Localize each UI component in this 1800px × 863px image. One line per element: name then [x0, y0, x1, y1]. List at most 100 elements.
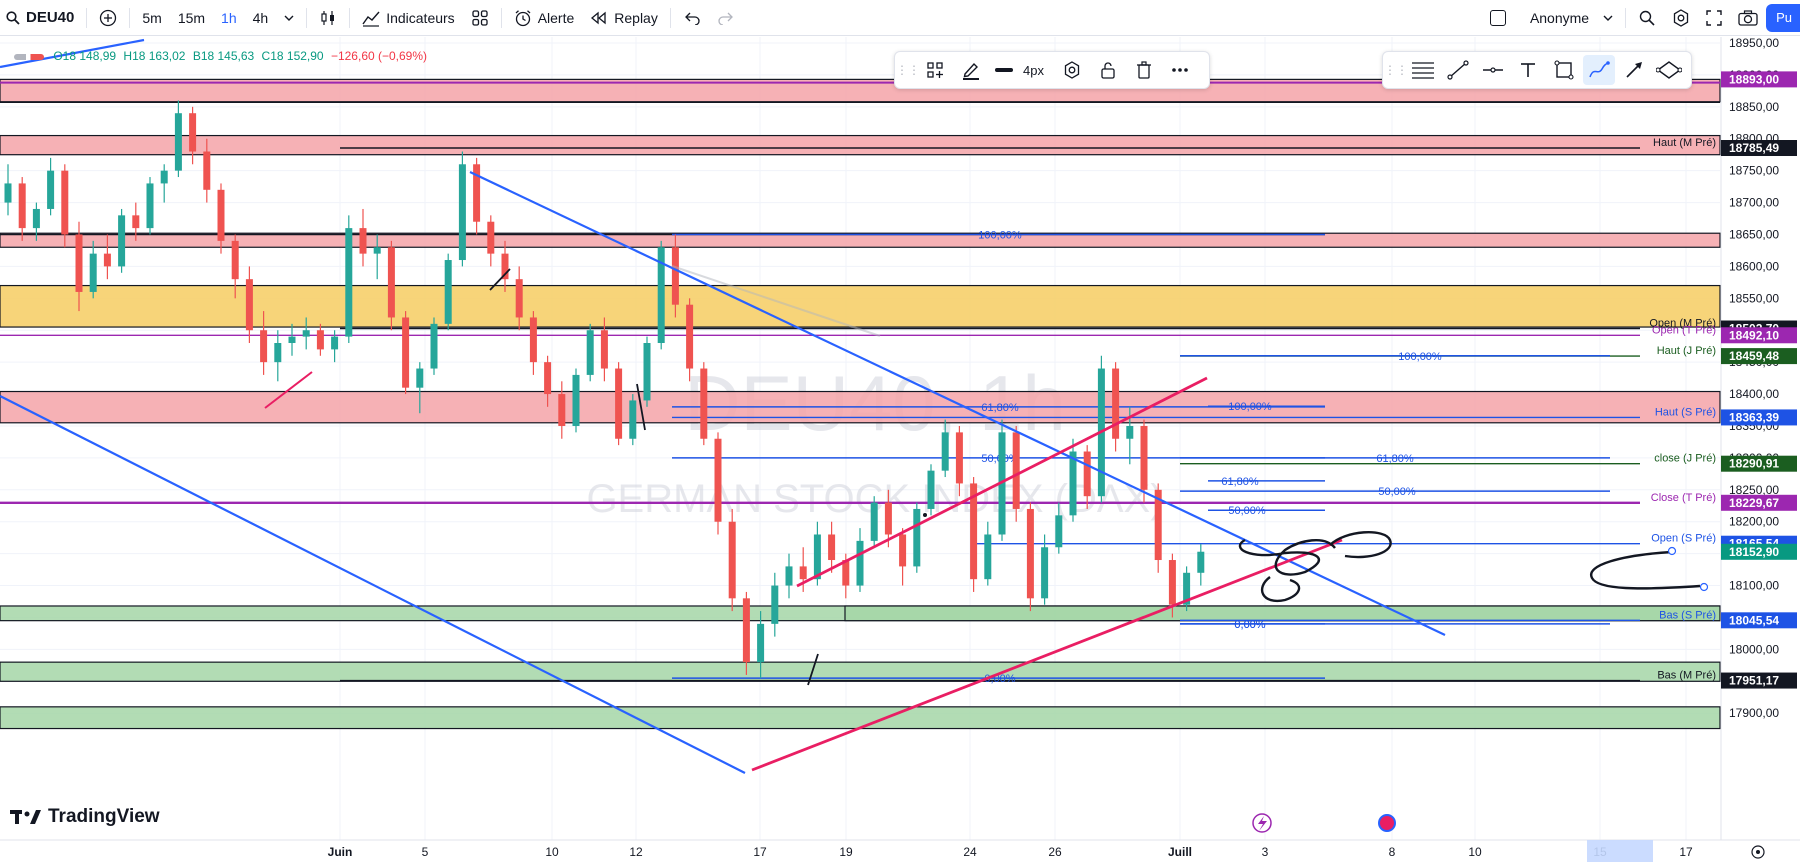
drawing-handle[interactable]: [1699, 582, 1709, 592]
price-level-tag: 18045,54: [1729, 613, 1779, 627]
tradingview-logo[interactable]: TradingView: [10, 806, 160, 828]
x-tick-label: 10: [1468, 845, 1482, 859]
delete-button[interactable]: [1128, 55, 1160, 85]
candle-down: [686, 304, 694, 369]
x-tick-label: 17: [753, 845, 767, 859]
fullscreen-button[interactable]: [1698, 0, 1730, 36]
fib-tool[interactable]: [1407, 55, 1438, 85]
timeframe-15m[interactable]: 15m: [170, 0, 213, 36]
event-icon[interactable]: [1378, 814, 1396, 832]
arrow-tool[interactable]: [1619, 55, 1650, 85]
indicators-button[interactable]: Indicateurs: [354, 0, 462, 36]
y-tick-label: 18000,00: [1729, 642, 1779, 656]
brush-tool[interactable]: [1583, 55, 1615, 85]
text-tool[interactable]: [1513, 55, 1544, 85]
replay-button[interactable]: Replay: [582, 0, 666, 36]
timeframe-dropdown[interactable]: [276, 0, 302, 36]
settings-button[interactable]: [1664, 0, 1698, 36]
snapshot-button[interactable]: [1730, 0, 1766, 36]
candle-up: [941, 432, 949, 471]
price-chart[interactable]: DEU40, 1h GERMAN STOCK INDEX (DAX) Haut …: [0, 37, 1800, 863]
timeframe-5m[interactable]: 5m: [134, 0, 169, 36]
indicators-label: Indicateurs: [386, 9, 455, 26]
path-icon: [1656, 61, 1683, 79]
fib-level-label: 100,00%: [978, 229, 1022, 241]
drag-handle-icon[interactable]: ⋮⋮: [1384, 55, 1408, 85]
gear-icon: [1064, 61, 1080, 79]
candle-up: [870, 502, 878, 541]
x-tick-label: 8: [1389, 845, 1396, 859]
redo-icon: [717, 11, 735, 25]
candle-up: [32, 208, 40, 229]
candle-down: [544, 362, 552, 395]
replay-label: Replay: [614, 9, 658, 26]
settings-button[interactable]: [1056, 55, 1088, 85]
trash-icon: [1136, 61, 1151, 79]
drawing-handle[interactable]: [1667, 546, 1677, 556]
compare-button[interactable]: [91, 0, 125, 36]
candle-down: [515, 279, 523, 318]
trend-line-tool[interactable]: [1442, 55, 1473, 85]
lock-icon: [1101, 62, 1115, 79]
candle-down: [1026, 508, 1034, 599]
line-color-button[interactable]: [955, 55, 987, 85]
path-tool[interactable]: [1654, 55, 1685, 85]
ohlc-low: B18 145,63: [192, 49, 255, 63]
plus-circle-icon: [99, 9, 117, 27]
price-level-name: Open (S Pré): [1651, 533, 1716, 545]
zone-yellow[interactable]: [0, 284, 1721, 328]
lock-button[interactable]: [1092, 55, 1124, 85]
x-tick-label: 19: [839, 845, 853, 859]
account-button[interactable]: Anonyme: [1482, 0, 1621, 36]
checkbox-icon: [1489, 10, 1506, 26]
alert-button[interactable]: Alerte: [506, 0, 583, 36]
candle-up: [572, 374, 580, 426]
drag-handle-icon[interactable]: ⋮⋮: [896, 55, 920, 85]
line-width-button[interactable]: 4px: [991, 55, 1052, 85]
ohlc-high: H18 163,02: [123, 49, 186, 63]
candle-down: [18, 183, 26, 229]
axis-settings[interactable]: [1751, 845, 1765, 859]
rectangle-tool[interactable]: [1548, 55, 1579, 85]
x-tick-label: 10: [545, 845, 559, 859]
price-level-name: Bas (S Pré): [1659, 609, 1716, 621]
candle-up: [89, 253, 97, 292]
search-icon: [6, 10, 20, 25]
quick-search-button[interactable]: [1630, 0, 1664, 36]
fib-level-label: 100,00%: [1398, 351, 1442, 363]
zone-green[interactable]: [0, 706, 1721, 730]
trend-line-icon: [1447, 60, 1469, 80]
text-icon: [1521, 63, 1536, 77]
ohlc-legend: O18 148,99 H18 163,02 B18 145,63 C18 152…: [14, 49, 431, 63]
candle-up: [146, 183, 154, 229]
horizontal-line-tool[interactable]: [1478, 55, 1509, 85]
zone-red[interactable]: [0, 232, 1721, 248]
symbol-search[interactable]: DEU40: [0, 0, 82, 36]
candle-down: [700, 368, 708, 439]
candle-up: [174, 113, 182, 171]
timeframe-4h[interactable]: 4h: [245, 0, 277, 36]
rectangle-icon: [1554, 60, 1574, 80]
zone-red[interactable]: [0, 134, 1721, 156]
candle-up: [1055, 515, 1063, 548]
undo-button[interactable]: [675, 0, 709, 36]
more-button[interactable]: [1164, 55, 1196, 85]
publish-button[interactable]: Pu: [1766, 4, 1800, 32]
price-level-name: close (J Pré): [1654, 453, 1716, 465]
drawing-tools-toolbar: ⋮⋮: [1382, 51, 1692, 89]
templates-button[interactable]: [463, 0, 497, 36]
candle-down: [558, 394, 566, 426]
candle-down: [742, 598, 750, 663]
candle-up: [47, 170, 55, 209]
template-button[interactable]: [919, 55, 951, 85]
candle-down: [103, 253, 111, 267]
redo-button[interactable]: [709, 0, 743, 36]
pencil-icon: [963, 62, 979, 80]
zone-green[interactable]: [844, 605, 1721, 622]
x-tick-label: 12: [629, 845, 643, 859]
account-label: Anonyme: [1529, 10, 1590, 26]
candle-up: [785, 566, 793, 586]
timeframe-1h[interactable]: 1h: [213, 0, 245, 36]
chart-type-button[interactable]: [311, 0, 345, 36]
top-toolbar: DEU40 5m 15m 1h 4h Indicateurs Alerte Re…: [0, 0, 1800, 36]
